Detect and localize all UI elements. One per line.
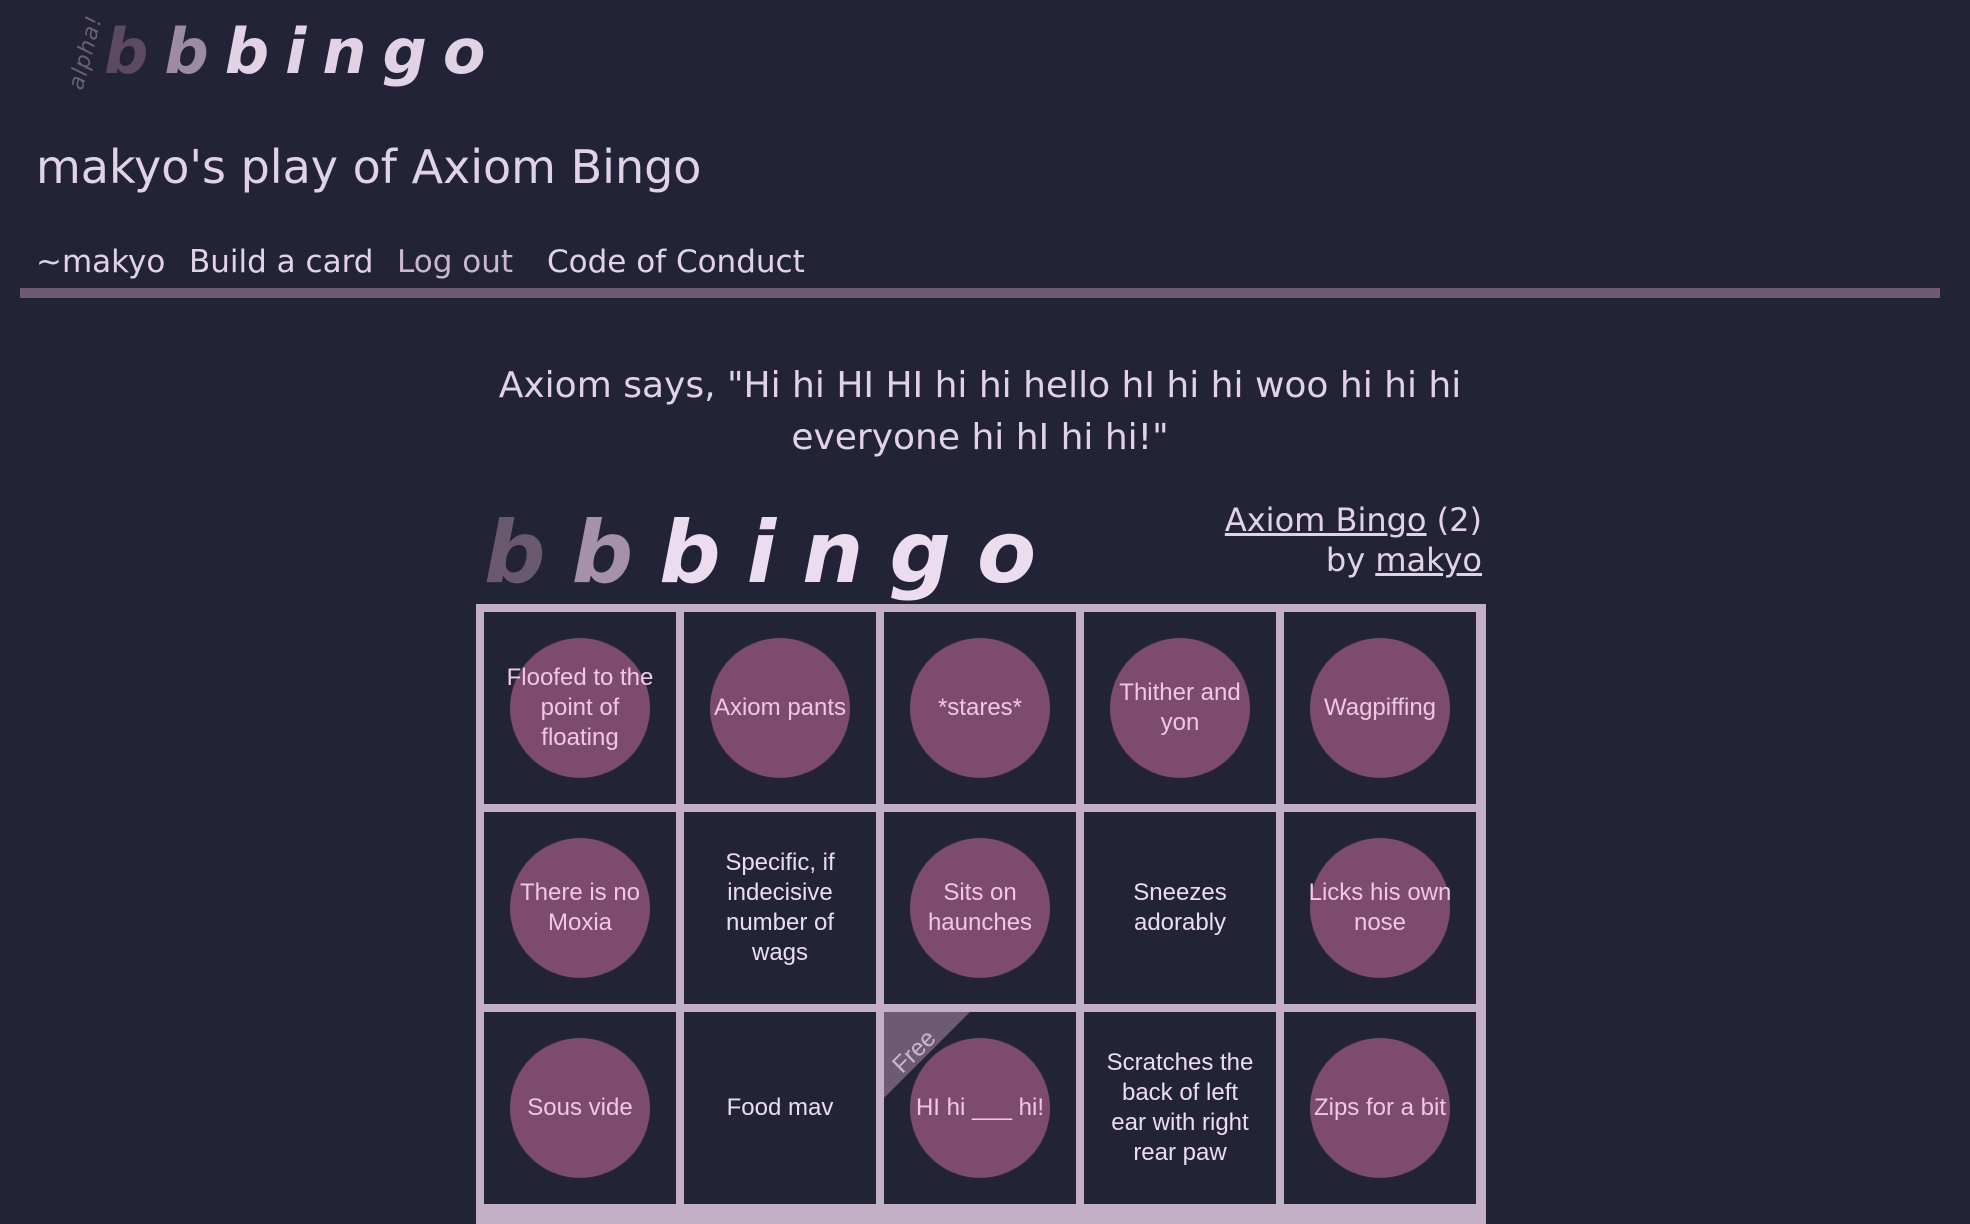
bingo-cell[interactable]: Specific, if indecisive number of wags	[684, 812, 876, 1004]
bingo-cell-text: Zips for a bit	[1313, 1094, 1447, 1121]
bingo-cell[interactable]: *stares*	[884, 612, 1076, 804]
bingo-cell-text: There is no Moxia	[519, 879, 641, 936]
bingo-cell-text: Sits on haunches	[927, 879, 1033, 936]
bingo-cell-text: HI hi ___ hi!	[915, 1094, 1045, 1121]
logo-letter-b2: b	[164, 15, 225, 88]
card-logo-letter-b2: b	[571, 503, 660, 603]
card-logo: bbbingo	[484, 498, 1062, 608]
logo-word-bingo: bingo	[224, 15, 502, 88]
bingo-cell[interactable]: Sous vide	[484, 1012, 676, 1204]
card-title-line: Axiom Bingo (2)	[1225, 500, 1482, 540]
nav-code-of-conduct-link[interactable]: Code of Conduct	[547, 244, 805, 280]
card-meta: Axiom Bingo (2) by makyo	[1225, 500, 1482, 580]
bingo-cell-text: Licks his own nose	[1308, 879, 1452, 936]
card-logo-letter-b1: b	[484, 503, 572, 603]
alpha-badge: alpha!	[64, 12, 108, 93]
bingo-cell-text: Thither and yon	[1119, 679, 1241, 736]
bingo-board: Floofed to the point of floating Axiom pa…	[476, 604, 1486, 1224]
bingo-cell-text: Sous vide	[527, 1094, 633, 1121]
bingo-cell[interactable]: There is no Moxia	[484, 812, 676, 1004]
nav-user-link[interactable]: ~makyo	[36, 244, 165, 280]
site-logo[interactable]: bbbingo	[104, 12, 502, 92]
card-count: (2)	[1436, 501, 1482, 539]
main-nav: ~makyo Build a card Log out Code of Cond…	[20, 240, 1940, 298]
nav-build-card-link[interactable]: Build a card	[189, 244, 373, 280]
bingo-cell-text: *stares*	[937, 694, 1023, 721]
bingo-cell-text: Sneezes adorably	[1133, 879, 1227, 936]
bingo-cell[interactable]: Axiom pants	[684, 612, 876, 804]
card-author-line: by makyo	[1225, 540, 1482, 580]
bingo-cell-text: Specific, if indecisive number of wags	[725, 849, 835, 966]
bingo-cell[interactable]: Wagpiffing	[1284, 612, 1476, 804]
bingo-cell[interactable]: Food mav	[684, 1012, 876, 1204]
logo-letter-b1: b	[104, 15, 165, 88]
axiom-quote: Axiom says, "Hi hi HI HI hi hi hello hI …	[498, 365, 1462, 458]
card-author-link[interactable]: makyo	[1375, 541, 1482, 579]
bingo-cell[interactable]: Free HI hi ___ hi!	[884, 1012, 1076, 1204]
bingo-cell-text: Axiom pants	[713, 694, 847, 721]
bingo-cell-text: Floofed to the point of floating	[506, 664, 654, 751]
card-name-link[interactable]: Axiom Bingo	[1225, 501, 1427, 539]
bingo-cell[interactable]: Thither and yon	[1084, 612, 1276, 804]
bingo-cell[interactable]: Sneezes adorably	[1084, 812, 1276, 1004]
page-title: makyo's play of Axiom Bingo	[36, 140, 702, 194]
bingo-cell[interactable]: Sits on haunches	[884, 812, 1076, 1004]
nav-log-out-link[interactable]: Log out	[397, 244, 513, 280]
card-logo-word-bingo: bingo	[659, 503, 1063, 603]
by-label: by	[1325, 541, 1366, 579]
bingo-cell[interactable]: Floofed to the point of floating	[484, 612, 676, 804]
bingo-cell[interactable]: Scratches the back of left ear with righ…	[1084, 1012, 1276, 1204]
bingo-cell-text: Food mav	[726, 1094, 834, 1121]
bingo-cell-text: Wagpiffing	[1323, 694, 1437, 721]
bingo-cell[interactable]: Zips for a bit	[1284, 1012, 1476, 1204]
bingo-cell-text: Scratches the back of left ear with righ…	[1106, 1049, 1254, 1166]
bingo-cell[interactable]: Licks his own nose	[1284, 812, 1476, 1004]
